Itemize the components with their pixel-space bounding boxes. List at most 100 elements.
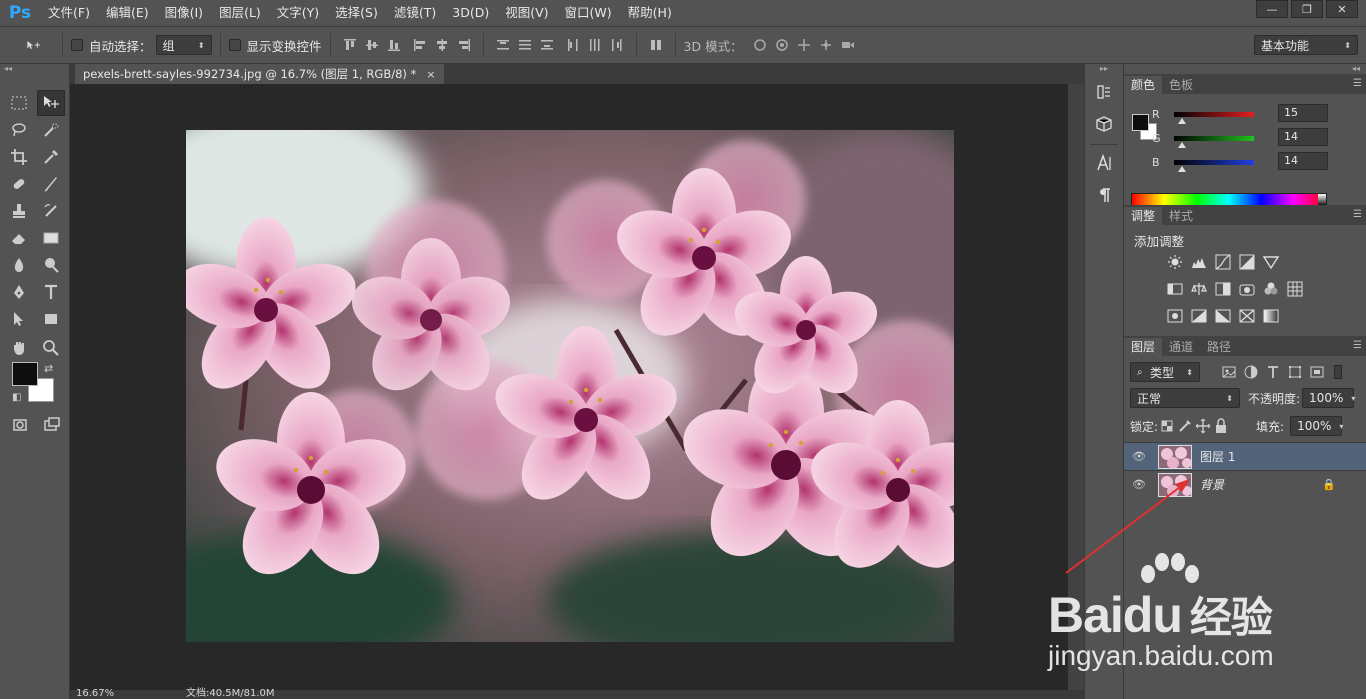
exposure-icon[interactable] (1238, 253, 1256, 271)
marquee-tool-icon[interactable] (5, 90, 33, 116)
path-select-tool-icon[interactable] (5, 306, 33, 332)
lock-all-icon[interactable] (1212, 415, 1230, 437)
eraser-tool-icon[interactable] (5, 225, 33, 251)
menu-file[interactable]: 文件(F) (40, 0, 98, 26)
minimize-button[interactable]: — (1256, 0, 1288, 18)
eyedropper-tool-icon[interactable] (37, 144, 65, 170)
menu-3d[interactable]: 3D(D) (444, 0, 497, 26)
clone-stamp-tool-icon[interactable] (5, 198, 33, 224)
lock-pixels-icon[interactable] (1176, 415, 1194, 437)
color-balance-icon[interactable] (1190, 280, 1208, 298)
screen-mode-icon[interactable] (38, 412, 66, 438)
red-slider[interactable] (1174, 111, 1254, 124)
filter-smart-object-icon[interactable] (1306, 361, 1328, 383)
red-slider-handle[interactable] (1178, 117, 1186, 124)
tab-paths[interactable]: 路径 (1200, 338, 1238, 356)
filter-pixel-icon[interactable] (1218, 361, 1240, 383)
layer-row[interactable]: 👁 图层 1 (1124, 442, 1366, 470)
3d-slide-icon[interactable] (815, 34, 837, 56)
menu-layer[interactable]: 图层(L) (211, 0, 269, 26)
distribute-top-icon[interactable] (492, 34, 514, 56)
menu-edit[interactable]: 编辑(E) (98, 0, 157, 26)
hand-tool-icon[interactable] (5, 335, 33, 361)
panel-menu-icon[interactable]: ☰ (1353, 209, 1362, 220)
levels-icon[interactable] (1190, 253, 1208, 271)
distribute-right-icon[interactable] (606, 34, 628, 56)
distribute-vcenter-icon[interactable] (514, 34, 536, 56)
default-colors-icon[interactable]: ◧ (12, 392, 21, 403)
auto-select-checkbox[interactable] (71, 39, 83, 51)
gradient-map-icon[interactable] (1262, 307, 1280, 325)
character-panel-icon[interactable] (1089, 149, 1119, 177)
chevron-down-icon[interactable]: ▾ (1351, 394, 1355, 403)
show-transform-checkbox[interactable] (228, 39, 241, 51)
crop-tool-icon[interactable] (5, 144, 33, 170)
3d-roll-icon[interactable] (771, 34, 793, 56)
black-white-icon[interactable] (1214, 280, 1232, 298)
green-slider-handle[interactable] (1178, 141, 1186, 148)
3d-rotate-icon[interactable] (749, 34, 771, 56)
blue-slider[interactable] (1174, 159, 1254, 172)
foreground-color-swatch[interactable] (12, 362, 38, 386)
tab-layers[interactable]: 图层 (1124, 338, 1163, 356)
channel-mixer-icon[interactable] (1262, 280, 1280, 298)
menu-window[interactable]: 窗口(W) (557, 0, 620, 26)
brightness-contrast-icon[interactable] (1166, 253, 1184, 271)
quick-mask-icon[interactable] (6, 412, 34, 438)
close-button[interactable]: ✕ (1326, 0, 1358, 18)
rectangle-tool-icon[interactable] (37, 306, 65, 332)
menu-type[interactable]: 文字(Y) (269, 0, 327, 26)
align-left-icon[interactable] (409, 34, 431, 56)
align-vcenter-icon[interactable] (361, 34, 383, 56)
blend-mode-dropdown[interactable]: 正常 ⬍ (1130, 388, 1240, 408)
invert-icon[interactable] (1166, 307, 1184, 325)
color-lookup-icon[interactable] (1286, 280, 1304, 298)
lock-transparent-icon[interactable] (1158, 415, 1176, 437)
posterize-icon[interactable] (1190, 307, 1208, 325)
lock-position-icon[interactable] (1194, 415, 1212, 437)
auto-align-icon[interactable] (645, 34, 667, 56)
close-tab-icon[interactable]: × (426, 68, 435, 81)
zoom-level[interactable]: 16.67% (76, 689, 114, 699)
layer-name[interactable]: 图层 1 (1200, 448, 1235, 465)
menu-help[interactable]: 帮助(H) (620, 0, 680, 26)
align-hcenter-icon[interactable] (431, 34, 453, 56)
collapse-panels-icon[interactable]: ◂◂ (1124, 64, 1366, 74)
vibrance-icon[interactable] (1262, 253, 1280, 271)
curves-icon[interactable] (1214, 253, 1232, 271)
hue-saturation-icon[interactable] (1166, 280, 1184, 298)
history-panel-icon[interactable] (1089, 78, 1119, 106)
align-top-icon[interactable] (339, 34, 361, 56)
collapse-icons-icon[interactable]: ▸▸ (1085, 64, 1123, 74)
paragraph-panel-icon[interactable] (1089, 181, 1119, 209)
auto-select-dropdown[interactable]: 组 ⬍ (155, 35, 212, 55)
history-brush-tool-icon[interactable] (37, 198, 65, 224)
tab-color[interactable]: 颜色 (1124, 76, 1163, 94)
panel-menu-icon[interactable]: ☰ (1353, 340, 1362, 351)
tab-styles[interactable]: 样式 (1162, 207, 1200, 225)
layer-kind-filter[interactable]: ⌕ 类型 ⬍ (1130, 362, 1200, 382)
move-tool-icon[interactable] (37, 90, 65, 116)
menu-image[interactable]: 图像(I) (157, 0, 211, 26)
blue-slider-handle[interactable] (1178, 165, 1186, 172)
workspace-dropdown[interactable]: 基本功能 ⬍ (1254, 35, 1358, 55)
dodge-tool-icon[interactable] (37, 252, 65, 278)
threshold-icon[interactable] (1214, 307, 1232, 325)
3d-pan-icon[interactable] (793, 34, 815, 56)
filter-shape-icon[interactable] (1284, 361, 1306, 383)
red-value-field[interactable]: 15 (1278, 104, 1328, 122)
green-value-field[interactable]: 14 (1278, 128, 1328, 146)
eye-visibility-icon[interactable]: 👁 (1124, 450, 1154, 463)
menu-filter[interactable]: 滤镜(T) (386, 0, 444, 26)
lasso-tool-icon[interactable] (5, 117, 33, 143)
healing-brush-tool-icon[interactable] (5, 171, 33, 197)
3d-panel-icon[interactable] (1089, 110, 1119, 138)
document-tab[interactable]: pexels-brett-sayles-992734.jpg @ 16.7% (… (75, 64, 444, 84)
layer-name[interactable]: 背景 (1200, 476, 1224, 493)
align-right-icon[interactable] (453, 34, 475, 56)
filter-adjustment-icon[interactable] (1240, 361, 1262, 383)
move-tool-preset-icon[interactable] (14, 34, 54, 56)
align-bottom-icon[interactable] (383, 34, 405, 56)
gradient-tool-icon[interactable] (37, 225, 65, 251)
tab-adjustments[interactable]: 调整 (1124, 207, 1163, 225)
